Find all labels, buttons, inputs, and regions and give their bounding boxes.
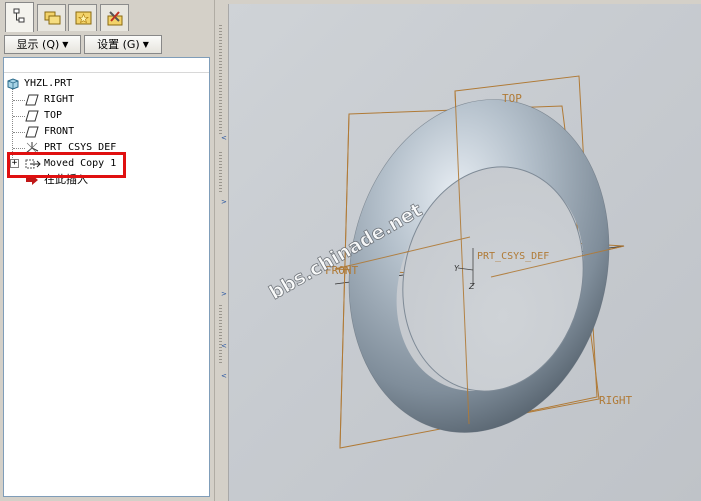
tree-connector	[13, 148, 25, 149]
tree-item-label: TOP	[44, 110, 63, 121]
folder-browser-tab[interactable]	[37, 4, 66, 31]
panel-splitter[interactable]: < > > < <	[214, 0, 228, 501]
datum-plane-icon	[25, 126, 39, 143]
graphics-viewport[interactable]: PRT_CSYS_DEF Y Z TOP FRONT RIGHT bbs.chi…	[228, 4, 701, 501]
top-plane-label: TOP	[502, 92, 522, 105]
tree-toolbar: 显示 (Q) ▼ 设置 (G) ▼	[4, 35, 210, 55]
collapse-arrow-icon[interactable]: <	[221, 342, 227, 350]
settings-menu-label: 设置 (G)	[97, 38, 140, 51]
collapse-arrow-icon[interactable]: >	[221, 290, 227, 298]
axis-z-label: Z	[468, 282, 475, 291]
tree-root-label: YHZL.PRT	[24, 78, 73, 89]
model-tree-panel: 显示 (Q) ▼ 设置 (G) ▼ YHZL.PRT RIGHT TOP FRO…	[0, 0, 214, 501]
navigator-tab-bar	[0, 0, 214, 32]
chevron-down-icon: ▼	[142, 40, 149, 49]
tree-item-label: RIGHT	[44, 94, 75, 105]
tree-connector	[13, 100, 25, 101]
csys-label: PRT_CSYS_DEF	[477, 251, 549, 262]
datum-plane-icon	[25, 110, 39, 127]
tree-column-header	[4, 58, 209, 73]
model-tree-tab[interactable]	[5, 2, 34, 32]
torus-model[interactable]	[319, 75, 639, 457]
tree-item-label: FRONT	[44, 126, 75, 137]
collapse-arrow-icon[interactable]: <	[221, 134, 227, 142]
collapse-arrow-icon[interactable]: >	[221, 198, 227, 206]
part-icon	[7, 78, 19, 95]
datum-plane-icon	[25, 94, 39, 111]
display-menu-label: 显示 (Q)	[16, 38, 60, 51]
connections-tab[interactable]	[100, 4, 129, 31]
chevron-down-icon: ▼	[62, 40, 69, 49]
tree-connector	[13, 116, 25, 117]
splitter-grip	[219, 25, 222, 135]
display-menu-button[interactable]: 显示 (Q) ▼	[4, 35, 81, 54]
right-plane-label: RIGHT	[599, 394, 632, 407]
splitter-grip	[219, 152, 222, 192]
tree-connector	[13, 132, 25, 133]
splitter-grip	[219, 305, 222, 365]
collapse-arrow-icon[interactable]: <	[221, 372, 227, 380]
favorites-tab[interactable]	[68, 4, 97, 31]
highlight-box	[7, 152, 126, 178]
settings-menu-button[interactable]: 设置 (G) ▼	[84, 35, 162, 54]
